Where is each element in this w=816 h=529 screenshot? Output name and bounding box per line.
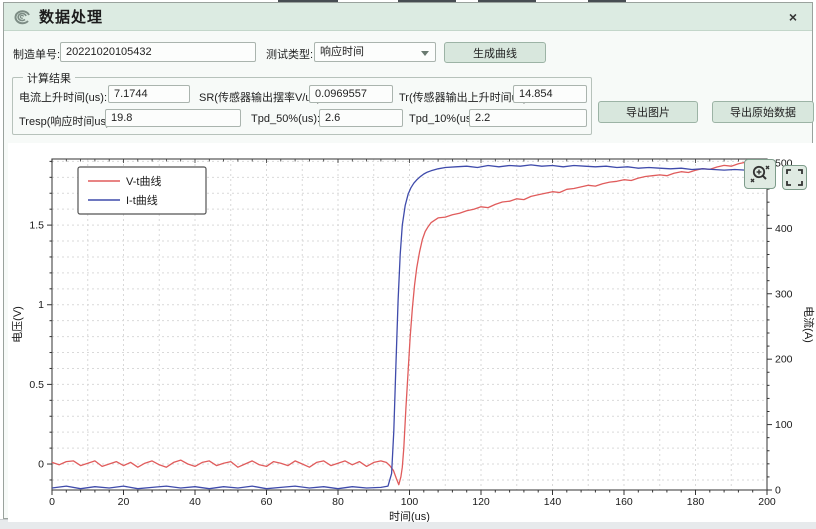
- tresp-field[interactable]: 19.8: [105, 109, 241, 127]
- chart-area: 02040608010012014016018020000.511.501002…: [8, 143, 816, 522]
- svg-text:100: 100: [775, 419, 793, 431]
- page-title: 数据处理: [39, 6, 103, 27]
- svg-text:电流(A): 电流(A): [802, 306, 816, 343]
- svg-text:20: 20: [118, 496, 130, 508]
- svg-text:0.5: 0.5: [29, 379, 44, 391]
- sr-label: SR(传感器输出摆率V/us):: [199, 89, 324, 105]
- tpd10-label: Tpd_10%(us):: [409, 113, 478, 125]
- corner-brackets-icon: [786, 169, 803, 186]
- title-bar: 数据处理 ×: [4, 3, 812, 31]
- svg-text:V-t曲线: V-t曲线: [126, 174, 161, 188]
- current-rise-time-label: 电流上升时间(us):: [19, 89, 107, 105]
- svg-text:I-t曲线: I-t曲线: [126, 193, 158, 207]
- svg-text:140: 140: [544, 496, 562, 508]
- svg-text:0: 0: [775, 485, 781, 497]
- test-type-select[interactable]: 响应时间: [314, 42, 436, 62]
- tpd50-field[interactable]: 2.6: [319, 109, 403, 127]
- screen: { "window": { "title": "数据处理", "close_gl…: [0, 0, 816, 529]
- tresp-label: Tresp(响应时间us):: [19, 113, 113, 129]
- test-type-label: 测试类型:: [266, 46, 313, 62]
- svg-text:180: 180: [687, 496, 705, 508]
- svg-text:电压(V): 电压(V): [11, 306, 24, 343]
- svg-text:0: 0: [49, 496, 55, 508]
- svg-text:300: 300: [775, 288, 793, 300]
- order-number-input[interactable]: 20221020105432: [60, 42, 256, 62]
- svg-text:80: 80: [332, 496, 344, 508]
- close-icon[interactable]: ×: [784, 8, 802, 26]
- chevron-down-icon: [421, 51, 429, 56]
- generate-curve-button[interactable]: 生成曲线: [444, 42, 546, 63]
- app-logo-swirl-icon: [13, 7, 33, 27]
- data-processing-window: 数据处理 × 制造单号: 20221020105432 测试类型: 响应时间 生…: [3, 2, 813, 519]
- magnifier-arrows-icon: [748, 163, 772, 185]
- vt-it-plot[interactable]: 02040608010012014016018020000.511.501002…: [8, 143, 816, 522]
- group-title: 计算结果: [23, 70, 75, 86]
- test-type-selected-value: 响应时间: [320, 46, 364, 58]
- svg-text:200: 200: [758, 496, 776, 508]
- svg-text:0: 0: [38, 459, 44, 471]
- export-image-button[interactable]: 导出图片: [598, 101, 698, 123]
- svg-text:120: 120: [472, 496, 490, 508]
- order-number-label: 制造单号:: [13, 46, 60, 62]
- svg-text:60: 60: [261, 496, 273, 508]
- svg-text:40: 40: [189, 496, 201, 508]
- svg-text:1.5: 1.5: [29, 220, 44, 232]
- svg-text:400: 400: [775, 223, 793, 235]
- current-rise-time-field[interactable]: 7.1744: [108, 85, 190, 103]
- fullscreen-button[interactable]: [782, 165, 807, 190]
- svg-text:160: 160: [615, 496, 633, 508]
- tr-field[interactable]: 14.854: [513, 85, 587, 103]
- tpd50-label: Tpd_50%(us):: [251, 113, 320, 125]
- svg-text:时间(us): 时间(us): [389, 510, 430, 522]
- svg-text:1: 1: [38, 299, 44, 311]
- tpd10-field[interactable]: 2.2: [469, 109, 587, 127]
- calculation-results-group: 计算结果 电流上升时间(us): 7.1744 SR(传感器输出摆率V/us):…: [12, 77, 592, 135]
- zoom-tool-button[interactable]: [744, 159, 776, 189]
- svg-text:100: 100: [401, 496, 419, 508]
- sr-field[interactable]: 0.0969557: [309, 85, 393, 103]
- svg-text:200: 200: [775, 354, 793, 366]
- export-raw-data-button[interactable]: 导出原始数据: [712, 101, 814, 123]
- tr-label: Tr(传感器输出上升时间us):: [399, 89, 530, 105]
